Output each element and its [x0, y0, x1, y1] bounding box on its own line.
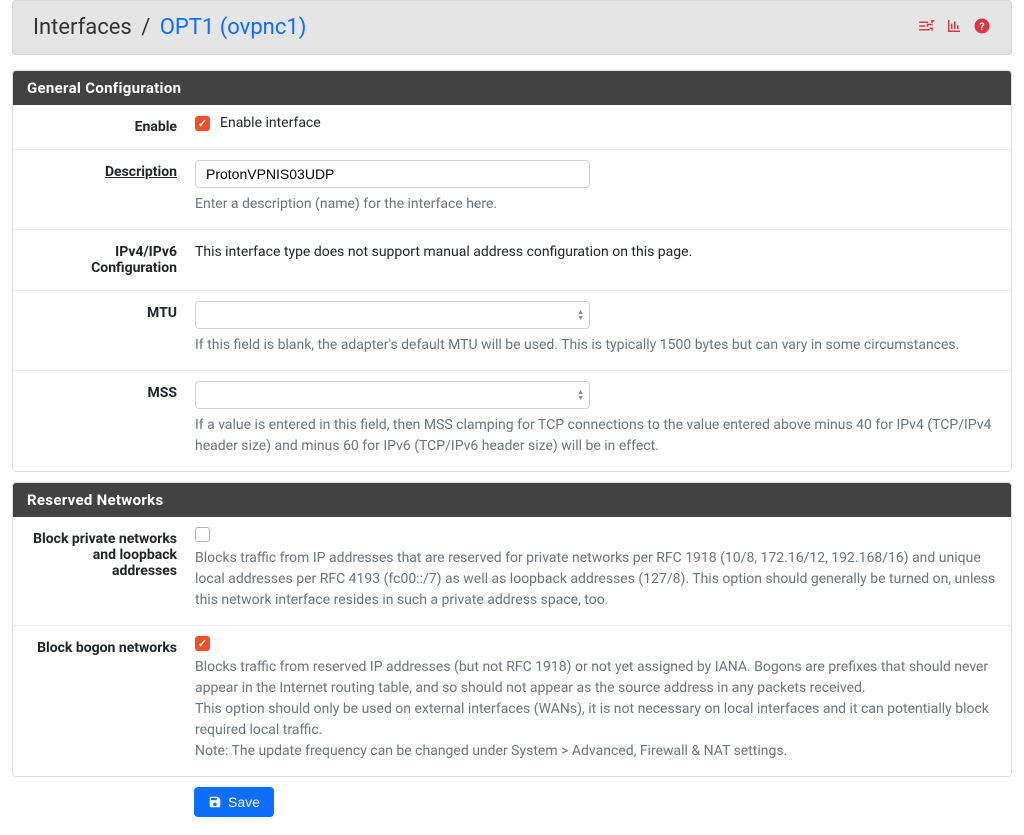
- block-bogon-checkbox[interactable]: [195, 636, 210, 651]
- help-icon[interactable]: ?: [973, 17, 991, 39]
- mtu-spinner[interactable]: ▲▼: [577, 309, 584, 321]
- header-icons: ?: [917, 17, 991, 39]
- block-bogon-help: Blocks traffic from reserved IP addresse…: [195, 657, 997, 762]
- mss-spinner[interactable]: ▲▼: [577, 389, 584, 401]
- panel-reserved: Reserved Networks Block private networks…: [12, 482, 1012, 777]
- chart-bar-icon[interactable]: [945, 17, 963, 39]
- svg-text:?: ?: [979, 19, 984, 32]
- row-description: Description Enter a description (name) f…: [13, 149, 1011, 229]
- mtu-help: If this field is blank, the adapter's de…: [195, 335, 997, 356]
- page-header: Interfaces / OPT1 (ovpnc1) ?: [12, 0, 1012, 55]
- breadcrumb-root: Interfaces: [33, 15, 132, 40]
- panel-general-heading: General Configuration: [13, 71, 1011, 105]
- mss-help: If a value is entered in this field, the…: [195, 415, 997, 457]
- panel-general: General Configuration Enable Enable inte…: [12, 70, 1012, 472]
- block-private-help: Blocks traffic from IP addresses that ar…: [195, 548, 997, 611]
- mss-input[interactable]: [195, 381, 590, 409]
- block-private-checkbox[interactable]: [195, 527, 210, 542]
- label-ipconfig: IPv4/IPv6 Configuration: [27, 240, 195, 276]
- panel-reserved-heading: Reserved Networks: [13, 483, 1011, 517]
- mtu-input[interactable]: [195, 301, 590, 329]
- label-block-private: Block private networks and loopback addr…: [27, 527, 195, 579]
- label-description: Description: [27, 160, 195, 180]
- row-mss: MSS ▲▼ If a value is entered in this fie…: [13, 370, 1011, 471]
- description-help: Enter a description (name) for the inter…: [195, 194, 997, 215]
- row-enable: Enable Enable interface: [13, 105, 1011, 149]
- sliders-icon[interactable]: [917, 17, 935, 39]
- label-block-bogon: Block bogon networks: [27, 636, 195, 656]
- breadcrumb-current[interactable]: OPT1 (ovpnc1): [160, 15, 307, 40]
- row-block-private: Block private networks and loopback addr…: [13, 517, 1011, 625]
- label-enable: Enable: [27, 115, 195, 135]
- description-input[interactable]: [195, 160, 590, 188]
- enable-checkbox[interactable]: [195, 116, 210, 131]
- row-block-bogon: Block bogon networks Blocks traffic from…: [13, 625, 1011, 776]
- save-button[interactable]: Save: [194, 787, 274, 817]
- label-mss: MSS: [27, 381, 195, 401]
- enable-checkbox-label: Enable interface: [220, 115, 321, 131]
- row-mtu: MTU ▲▼ If this field is blank, the adapt…: [13, 290, 1011, 370]
- breadcrumb-sep: /: [141, 15, 150, 40]
- save-button-label: Save: [228, 794, 260, 810]
- save-icon: [208, 795, 222, 809]
- label-mtu: MTU: [27, 301, 195, 321]
- row-ipconfig: IPv4/IPv6 Configuration This interface t…: [13, 229, 1011, 290]
- breadcrumb: Interfaces / OPT1 (ovpnc1): [33, 15, 306, 40]
- ipconfig-text: This interface type does not support man…: [195, 240, 997, 260]
- save-row: Save: [194, 787, 1012, 817]
